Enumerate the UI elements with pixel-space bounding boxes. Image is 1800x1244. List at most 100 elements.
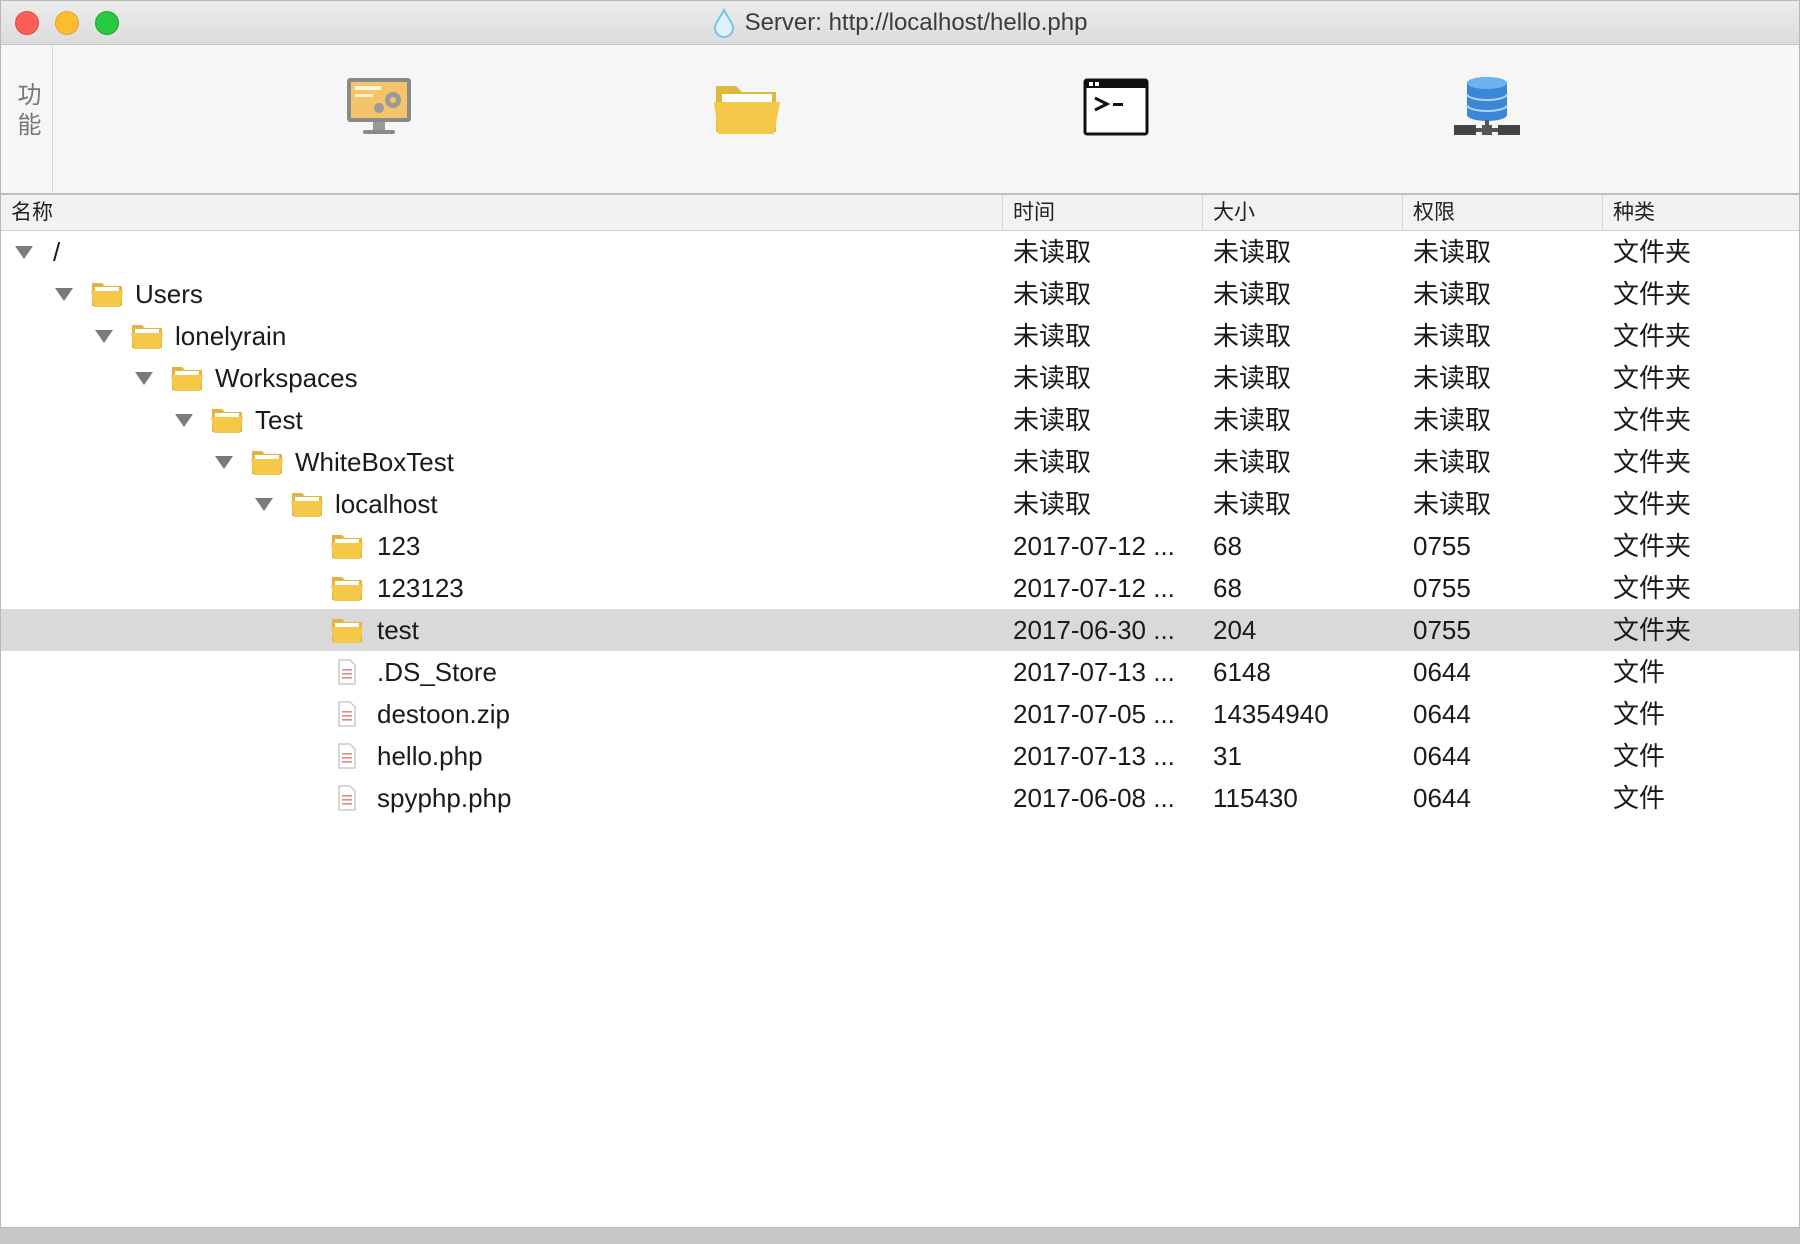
folder-icon xyxy=(712,78,782,141)
item-kind: 文件 xyxy=(1613,657,1666,687)
column-header-size-label: 大小 xyxy=(1213,201,1255,224)
tree-row[interactable]: test 2017-06-30 ... 204 0755 文件夹 xyxy=(1,609,1799,651)
column-header-kind-label: 种类 xyxy=(1613,201,1655,224)
item-size: 31 xyxy=(1213,741,1242,771)
tree-row[interactable]: 123 2017-07-12 ... 68 0755 文件夹 xyxy=(1,525,1799,567)
disclosure-triangle-icon[interactable] xyxy=(135,372,153,385)
window-title-area: Server: http://localhost/hello.php xyxy=(1,1,1799,45)
app-window: Server: http://localhost/hello.php 功能 名称… xyxy=(0,0,1800,1228)
tool-terminal-button[interactable] xyxy=(1080,73,1152,145)
item-size: 14354940 xyxy=(1213,699,1329,729)
column-header-time[interactable]: 时间 xyxy=(1003,195,1203,230)
folder-icon xyxy=(331,532,363,560)
window-title: Server: http://localhost/hello.php xyxy=(744,9,1088,36)
column-header-permission[interactable]: 权限 xyxy=(1403,195,1603,230)
item-size: 未读取 xyxy=(1213,321,1292,351)
item-size: 未读取 xyxy=(1213,237,1292,267)
item-size: 未读取 xyxy=(1213,489,1292,519)
tree-row[interactable]: localhost 未读取 未读取 未读取 文件夹 xyxy=(1,483,1799,525)
tool-files-button[interactable] xyxy=(711,73,783,145)
column-header-permission-label: 权限 xyxy=(1413,201,1455,224)
function-section-label: 功能 xyxy=(1,45,53,193)
item-perm: 0644 xyxy=(1413,657,1471,687)
tree-row[interactable]: Workspaces 未读取 未读取 未读取 文件夹 xyxy=(1,357,1799,399)
folder-icon xyxy=(171,364,203,392)
folder-icon xyxy=(251,448,283,476)
tree-row[interactable]: .DS_Store 2017-07-13 ... 6148 0644 文件 xyxy=(1,651,1799,693)
disclosure-triangle-icon[interactable] xyxy=(55,288,73,301)
item-name: Users xyxy=(135,279,203,309)
folder-icon xyxy=(211,406,243,434)
folder-icon xyxy=(331,616,363,644)
item-name: localhost xyxy=(335,489,438,519)
item-kind: 文件 xyxy=(1613,783,1666,813)
document-icon xyxy=(337,700,357,728)
column-header-kind[interactable]: 种类 xyxy=(1603,195,1799,230)
item-kind: 文件夹 xyxy=(1613,321,1692,351)
item-name: / xyxy=(53,237,61,267)
item-name: .DS_Store xyxy=(377,657,497,687)
tree-row[interactable]: lonelyrain 未读取 未读取 未读取 文件夹 xyxy=(1,315,1799,357)
item-kind: 文件夹 xyxy=(1613,405,1692,435)
item-time: 2017-06-30 ... xyxy=(1013,615,1175,645)
item-perm: 未读取 xyxy=(1413,321,1492,351)
item-size: 6148 xyxy=(1213,657,1271,687)
item-time: 未读取 xyxy=(1013,489,1092,519)
item-time: 2017-07-12 ... xyxy=(1013,573,1175,603)
disclosure-triangle-icon[interactable] xyxy=(95,330,113,343)
tool-monitor-button[interactable] xyxy=(343,73,415,145)
column-header-name[interactable]: 名称 xyxy=(1,195,1003,230)
item-time: 2017-07-05 ... xyxy=(1013,699,1175,729)
tree-row[interactable]: / 未读取 未读取 未读取 文件夹 xyxy=(1,231,1799,273)
item-perm: 0755 xyxy=(1413,531,1471,561)
tree-row[interactable]: 123123 2017-07-12 ... 68 0755 文件夹 xyxy=(1,567,1799,609)
title-bar[interactable]: Server: http://localhost/hello.php xyxy=(1,1,1799,45)
item-time: 未读取 xyxy=(1013,363,1092,393)
tree-row[interactable]: destoon.zip 2017-07-05 ... 14354940 0644 文件 xyxy=(1,693,1799,735)
item-perm: 0755 xyxy=(1413,615,1471,645)
item-kind: 文件夹 xyxy=(1613,489,1692,519)
document-icon xyxy=(337,742,357,770)
item-perm: 未读取 xyxy=(1413,489,1492,519)
tree-row[interactable]: Test 未读取 未读取 未读取 文件夹 xyxy=(1,399,1799,441)
item-name: destoon.zip xyxy=(377,699,510,729)
column-header-size[interactable]: 大小 xyxy=(1203,195,1403,230)
item-name: WhiteBoxTest xyxy=(295,447,454,477)
item-size: 115430 xyxy=(1213,783,1298,813)
item-size: 未读取 xyxy=(1213,363,1292,393)
item-kind: 文件夹 xyxy=(1613,237,1692,267)
disclosure-triangle-icon[interactable] xyxy=(15,246,33,259)
item-size: 未读取 xyxy=(1213,447,1292,477)
item-name: Test xyxy=(255,405,303,435)
column-header-row: 名称 时间 大小 权限 种类 xyxy=(1,195,1799,231)
item-perm: 未读取 xyxy=(1413,363,1492,393)
item-name: test xyxy=(377,615,419,645)
tree-row[interactable]: hello.php 2017-07-13 ... 31 0644 文件 xyxy=(1,735,1799,777)
item-time: 未读取 xyxy=(1013,321,1092,351)
disclosure-triangle-icon[interactable] xyxy=(175,414,193,427)
item-time: 未读取 xyxy=(1013,405,1092,435)
tree-row[interactable]: Users 未读取 未读取 未读取 文件夹 xyxy=(1,273,1799,315)
item-size: 68 xyxy=(1213,573,1242,603)
item-name: spyphp.php xyxy=(377,783,512,813)
item-time: 2017-07-13 ... xyxy=(1013,657,1175,687)
item-perm: 未读取 xyxy=(1413,279,1492,309)
item-time: 2017-07-12 ... xyxy=(1013,531,1175,561)
item-kind: 文件夹 xyxy=(1613,447,1692,477)
disclosure-triangle-icon[interactable] xyxy=(215,456,233,469)
tool-database-button[interactable] xyxy=(1451,73,1523,145)
item-time: 未读取 xyxy=(1013,279,1092,309)
item-kind: 文件夹 xyxy=(1613,279,1692,309)
water-drop-icon xyxy=(713,8,735,38)
disclosure-triangle-icon[interactable] xyxy=(255,498,273,511)
item-time: 2017-07-13 ... xyxy=(1013,741,1175,771)
item-name: lonelyrain xyxy=(175,321,287,351)
item-kind: 文件夹 xyxy=(1613,531,1692,561)
tree-row[interactable]: WhiteBoxTest 未读取 未读取 未读取 文件夹 xyxy=(1,441,1799,483)
item-name: Workspaces xyxy=(215,363,358,393)
item-name: hello.php xyxy=(377,741,483,771)
item-perm: 0644 xyxy=(1413,741,1471,771)
terminal-icon xyxy=(1083,78,1149,141)
tree-row[interactable]: spyphp.php 2017-06-08 ... 115430 0644 文件 xyxy=(1,777,1799,819)
item-size: 未读取 xyxy=(1213,405,1292,435)
